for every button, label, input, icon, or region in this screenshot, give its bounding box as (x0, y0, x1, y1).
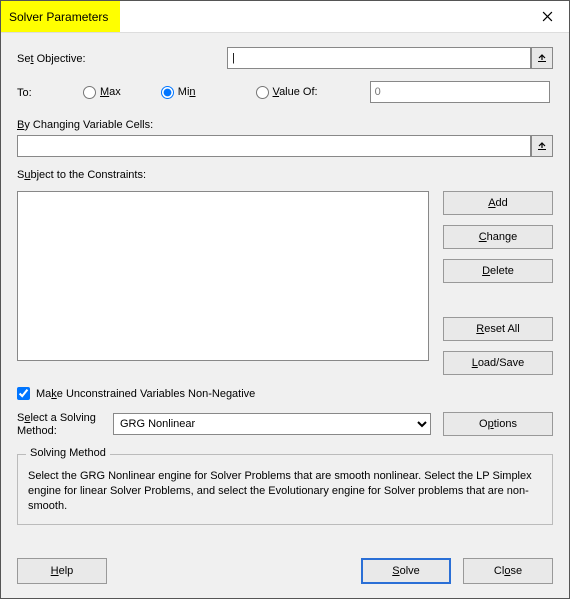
delete-button[interactable]: Delete (443, 259, 553, 283)
constraints-section: Add Change Delete Reset All Load/Save (17, 191, 553, 375)
dialog-body: Set Objective: To: Max Min (1, 33, 569, 548)
constraint-buttons: Add Change Delete Reset All Load/Save (443, 191, 553, 375)
close-icon[interactable] (525, 1, 569, 32)
help-button[interactable]: Help (17, 558, 107, 584)
objective-input[interactable] (227, 47, 531, 69)
nonneg-checkbox[interactable] (17, 387, 30, 400)
nonneg-row[interactable]: Make Unconstrained Variables Non-Negativ… (17, 387, 553, 400)
solve-button[interactable]: Solve (361, 558, 451, 584)
set-objective-label: Set Objective: (17, 51, 217, 65)
radio-value-of[interactable]: Value Of: (256, 86, 318, 99)
changing-cells-row: By Changing Variable Cells: (17, 117, 553, 157)
window-title: Solver Parameters (1, 1, 120, 32)
method-help-text: Select the GRG Nonlinear engine for Solv… (28, 465, 542, 514)
value-of-input[interactable] (370, 81, 550, 103)
to-row: To: Max Min Value Of: (17, 81, 553, 103)
to-label: To: (17, 85, 49, 99)
changing-cells-input[interactable] (17, 135, 531, 157)
method-select[interactable]: GRG Nonlinear (113, 413, 431, 435)
method-row: Select a Solving Method: GRG Nonlinear O… (17, 410, 553, 438)
changing-cells-label: By Changing Variable Cells: (17, 117, 553, 131)
method-help-legend: Solving Method (26, 447, 110, 459)
solver-dialog: Solver Parameters Set Objective: To: M (0, 0, 570, 599)
method-label: Select a Solving Method: (17, 410, 101, 438)
add-button[interactable]: Add (443, 191, 553, 215)
collapse-dialog-icon[interactable] (531, 47, 553, 69)
method-help-group: Solving Method Select the GRG Nonlinear … (17, 454, 553, 525)
radio-min[interactable]: Min (161, 86, 196, 99)
constraints-label: Subject to the Constraints: (17, 167, 553, 181)
reset-all-button[interactable]: Reset All (443, 317, 553, 341)
change-button[interactable]: Change (443, 225, 553, 249)
constraints-list[interactable] (17, 191, 429, 361)
close-button[interactable]: Close (463, 558, 553, 584)
collapse-dialog-icon[interactable] (531, 135, 553, 157)
titlebar: Solver Parameters (1, 1, 569, 33)
load-save-button[interactable]: Load/Save (443, 351, 553, 375)
options-button[interactable]: Options (443, 412, 553, 436)
dialog-footer: Help Solve Close (1, 548, 569, 598)
set-objective-row: Set Objective: (17, 47, 553, 69)
nonneg-label: Make Unconstrained Variables Non-Negativ… (36, 388, 255, 400)
radio-max[interactable]: Max (83, 86, 121, 99)
